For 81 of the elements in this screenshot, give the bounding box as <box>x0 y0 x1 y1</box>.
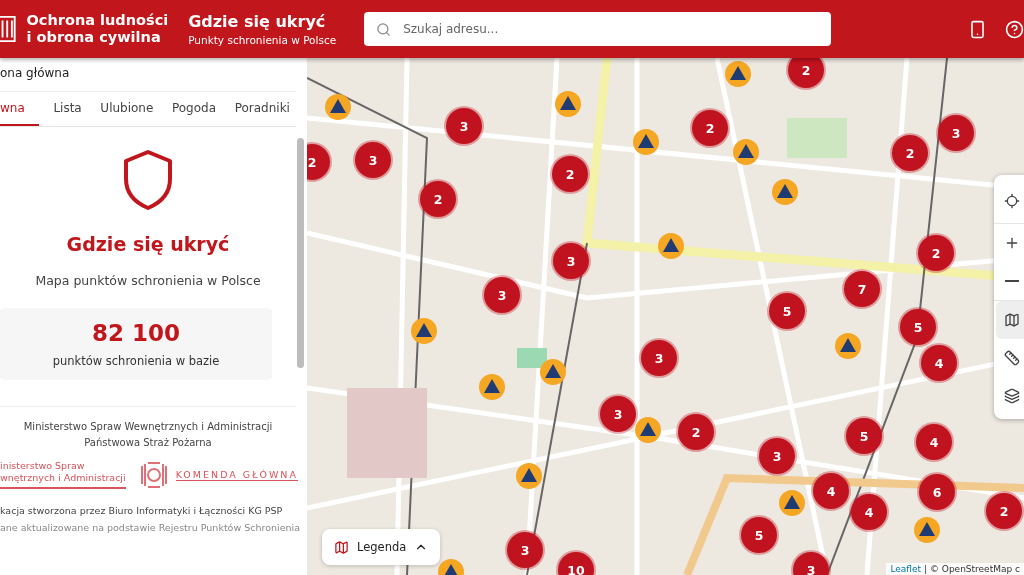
cluster-marker[interactable]: 3 <box>600 396 636 432</box>
shelter-marker[interactable] <box>834 332 862 360</box>
tab[interactable]: Ulubione <box>100 92 154 126</box>
shelter-marker[interactable] <box>478 373 506 401</box>
cluster-marker[interactable]: 3 <box>446 108 482 144</box>
cluster-marker[interactable]: 3 <box>793 552 829 575</box>
shelter-marker[interactable] <box>539 358 567 386</box>
cluster-marker[interactable]: 5 <box>769 293 805 329</box>
ministry-logo: inisterstwo Spraw wnętrznych i Administracji <box>0 460 126 489</box>
shelter-marker[interactable] <box>515 462 543 490</box>
search-icon <box>376 21 392 37</box>
cluster-marker[interactable]: 2 <box>892 135 928 171</box>
legend-button[interactable]: Legenda <box>322 529 441 565</box>
cluster-marker[interactable]: 3 <box>484 277 520 313</box>
shelter-marker[interactable] <box>410 317 438 345</box>
map-icon <box>1004 312 1020 328</box>
shelter-marker[interactable] <box>778 489 806 517</box>
map[interactable]: 2 3 2 3 2 3 2 2 2 3 2 3 7 5 5 3 4 3 2 5 3 4 4 6 4 2 3 5 10 3 Legenda Leaflet | © OpenStreetMap c <box>307 58 1024 575</box>
tab[interactable]: wna <box>0 92 39 126</box>
cluster-marker[interactable]: 2 <box>788 58 824 88</box>
stat-label: punktów schronienia w bazie <box>52 354 220 368</box>
cluster-marker[interactable]: 7 <box>844 271 880 307</box>
cluster-marker[interactable]: 2 <box>552 156 588 192</box>
shelter-marker[interactable] <box>913 516 941 544</box>
shelter-marker[interactable] <box>732 138 760 166</box>
stat-value: 82 100 <box>92 320 180 346</box>
cluster-marker[interactable]: 2 <box>692 110 728 146</box>
cluster-marker[interactable]: 4 <box>916 424 952 460</box>
shelter-marker[interactable] <box>634 416 662 444</box>
cluster-marker[interactable]: 6 <box>919 474 955 510</box>
cluster-marker[interactable]: 5 <box>900 309 936 345</box>
layers-icon <box>1004 388 1020 404</box>
scrollbar[interactable] <box>297 138 304 368</box>
shelter-marker[interactable] <box>324 93 352 121</box>
shield-icon <box>122 149 174 211</box>
cluster-marker[interactable]: 5 <box>741 517 777 553</box>
breadcrumb: ona główna <box>0 58 296 92</box>
cluster-marker[interactable]: 2 <box>918 235 954 271</box>
shelter-marker[interactable] <box>632 128 660 156</box>
locate-icon <box>1004 193 1020 209</box>
app-title: Gdzie się ukryć <box>188 12 327 31</box>
shelter-marker[interactable] <box>657 232 685 260</box>
search-box[interactable]: Szukaj adresu... <box>364 12 831 46</box>
app-subtitle: Punkty schronienia w Polsce <box>188 34 337 46</box>
shelter-marker[interactable] <box>771 178 799 206</box>
map-icon <box>334 539 349 555</box>
fire-service-logo-text: KOMENDA GŁÓWNA <box>175 468 298 481</box>
cluster-marker[interactable]: 2 <box>420 181 456 217</box>
cluster-marker[interactable]: 4 <box>813 473 849 509</box>
cluster-marker[interactable]: 2 <box>678 414 714 450</box>
tab[interactable]: Poradniki <box>234 92 290 126</box>
map-view-button[interactable] <box>996 301 1024 339</box>
cluster-marker[interactable]: 3 <box>507 532 543 568</box>
phone-icon[interactable] <box>968 19 987 39</box>
institution-name: Ministerstwo Spraw Wewnętrznych i Administracji <box>23 421 273 432</box>
credit-text: kacja stworzona przez Biuro Informatyki i Łączności KG PSP <box>0 505 284 516</box>
zoom-in-icon <box>1004 235 1020 251</box>
cluster-marker[interactable]: 3 <box>355 142 391 178</box>
logo-text: Ochrona ludności i obrona cywilna <box>26 12 169 46</box>
attribution-link[interactable]: Leaflet <box>890 564 922 574</box>
cluster-marker[interactable]: 3 <box>641 340 677 376</box>
tab[interactable]: Lista <box>53 92 82 126</box>
shelter-marker[interactable] <box>554 90 582 118</box>
cluster-marker[interactable]: 3 <box>553 243 589 279</box>
cluster-marker[interactable]: 4 <box>851 494 887 530</box>
hero-title: Gdzie się ukryć <box>66 233 230 255</box>
cluster-marker[interactable]: 10 <box>558 552 594 575</box>
attribution-text: | © OpenStreetMap c <box>924 564 1020 574</box>
emblem-icon <box>139 460 168 489</box>
cluster-marker[interactable]: 2 <box>307 144 330 180</box>
institution-name: Państwowa Straż Pożarna <box>84 437 212 448</box>
cluster-marker[interactable]: 4 <box>921 345 957 381</box>
tab[interactable]: Pogoda <box>171 92 217 126</box>
shelter-marker[interactable] <box>724 60 752 88</box>
cluster-marker[interactable]: 5 <box>846 418 882 454</box>
cluster-marker[interactable]: 2 <box>986 493 1022 529</box>
cluster-marker[interactable]: 3 <box>938 115 974 151</box>
cluster-marker[interactable]: 3 <box>759 438 795 474</box>
ruler-icon <box>1004 350 1020 366</box>
hero-subtitle: Mapa punktów schronienia w Polsce <box>35 273 261 288</box>
help-icon[interactable] <box>1005 19 1024 39</box>
